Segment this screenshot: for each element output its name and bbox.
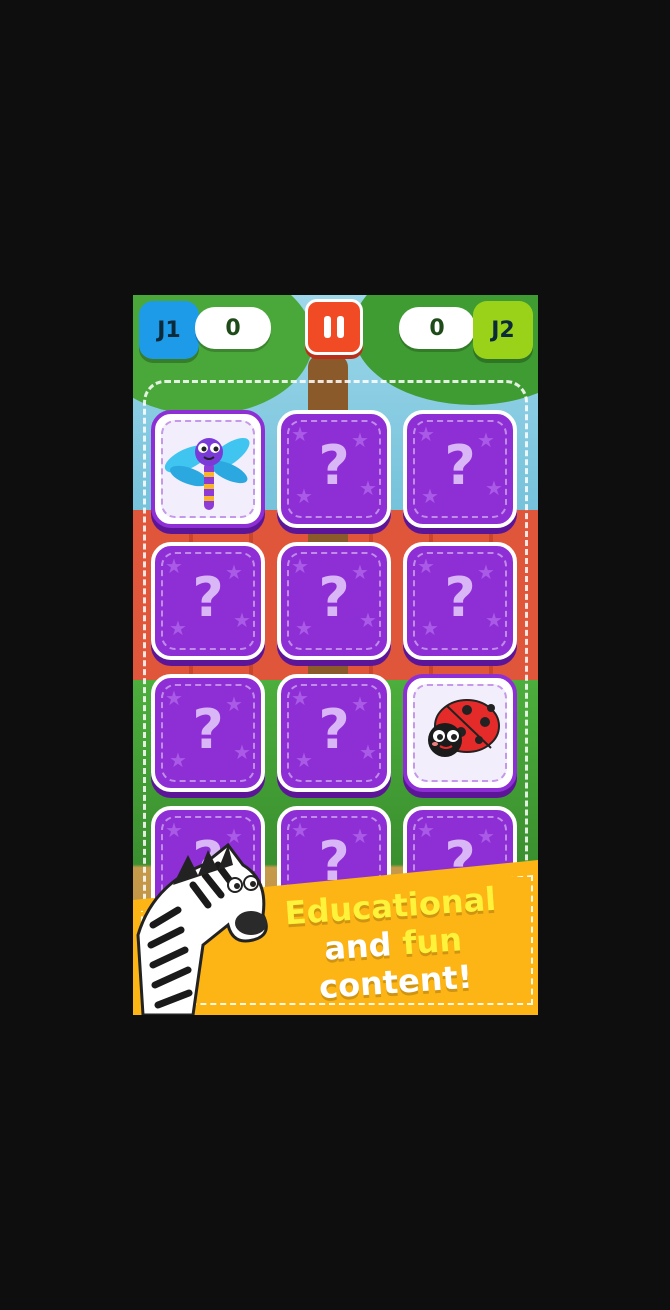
dragonfly-icon (164, 437, 250, 510)
card-ladybug[interactable] (403, 674, 517, 792)
question-mark: ? (444, 566, 476, 629)
player1-badge: J1 (139, 301, 199, 359)
question-mark: ? (192, 566, 224, 629)
question-mark: ? (318, 698, 350, 761)
player2-score: 0 (399, 307, 475, 349)
card-hidden[interactable]: ★★★★? (277, 674, 391, 792)
pause-icon (321, 316, 347, 338)
question-mark: ? (444, 434, 476, 497)
zebra-mascot (136, 842, 268, 1015)
question-mark: ? (192, 698, 224, 761)
card-hidden[interactable]: ★★★★? (151, 542, 265, 660)
card-hidden[interactable]: ★★★★? (403, 542, 517, 660)
ladybug-icon (428, 699, 500, 757)
card-hidden[interactable]: ★★★★? (151, 674, 265, 792)
player1-score: 0 (195, 307, 271, 349)
pause-button[interactable] (305, 299, 363, 355)
player2-badge: J2 (473, 301, 533, 359)
card-hidden[interactable]: ★★★★? (277, 542, 391, 660)
card-dragonfly[interactable] (151, 410, 265, 528)
game-screen: J1 0 0 J2 ★ ★ ★ ★? ★ ★ ★ ★? ★ ★ ★ ★? ★ ★ ★ ★? ★ ★ ★ ★? ★ ★ ★ ★?… (133, 295, 538, 1015)
card-hidden[interactable]: ★★★★? (277, 410, 391, 528)
banner-text: Educational and fun content! (269, 879, 516, 1009)
banner-word-and: and (322, 925, 393, 968)
question-mark: ? (318, 566, 350, 629)
question-mark: ? (318, 434, 350, 497)
card-hidden[interactable]: ★★★★? (403, 410, 517, 528)
banner-word-fun: fun (401, 920, 464, 963)
